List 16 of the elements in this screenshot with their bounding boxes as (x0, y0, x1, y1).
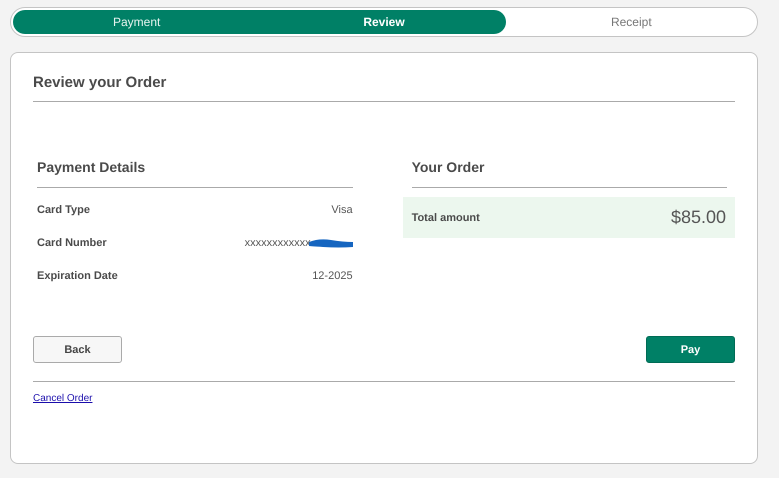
detail-label: Card Type (37, 204, 90, 216)
back-button[interactable]: Back (33, 336, 122, 363)
pay-button[interactable]: Pay (646, 336, 735, 363)
detail-label: Expiration Date (37, 270, 118, 282)
detail-value: Visa (331, 204, 353, 216)
step-label: Receipt (610, 14, 653, 31)
total-value: $85.00 (670, 207, 726, 228)
step-label: Review (362, 14, 406, 31)
cancel-link[interactable]: Cancel Order (33, 393, 92, 404)
total-label: Total amount (412, 212, 480, 224)
detail-value: 12-2025 (312, 270, 353, 282)
detail-label: Card Number (37, 236, 107, 248)
page-title: Review your Order (33, 73, 168, 93)
detail-value: xxxxxxxxxxxx (244, 236, 311, 248)
section-heading: Your Order (412, 163, 486, 172)
step-label: Payment (112, 14, 162, 31)
